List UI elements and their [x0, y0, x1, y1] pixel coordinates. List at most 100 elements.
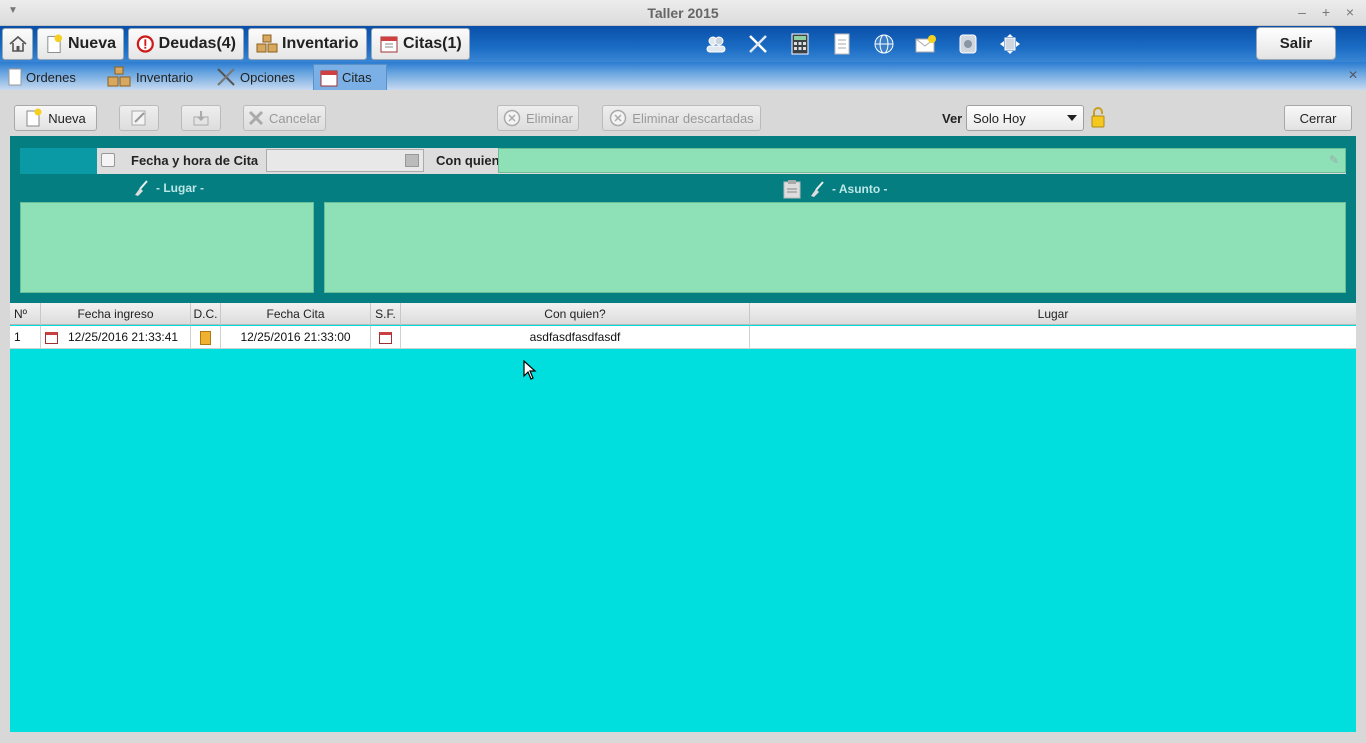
- mouse-cursor-icon: [523, 360, 537, 380]
- save-icon: [193, 111, 209, 126]
- tab-inventario[interactable]: Inventario: [100, 64, 199, 90]
- new-document-star-icon: [47, 34, 63, 54]
- close-window-icon[interactable]: ×: [1342, 4, 1358, 20]
- chevron-down-icon: [1067, 115, 1077, 121]
- home-icon: [8, 35, 27, 52]
- column-header[interactable]: Nº: [10, 303, 41, 325]
- date-time-field[interactable]: [266, 149, 424, 172]
- calendar-picker-icon[interactable]: [405, 154, 419, 167]
- maximize-icon[interactable]: +: [1318, 4, 1334, 20]
- document-icon: [8, 68, 22, 86]
- place-textarea[interactable]: [20, 202, 314, 293]
- place-cell: [750, 326, 1356, 349]
- edit-button[interactable]: [119, 105, 159, 131]
- delete-discarded-button[interactable]: Eliminar descartadas: [602, 105, 761, 131]
- clipboard-icon[interactable]: [782, 179, 802, 199]
- calendar-icon: [45, 331, 58, 344]
- date-enable-checkbox[interactable]: [101, 153, 115, 167]
- module-tabs: Ordenes Inventario Opciones Citas ✕: [0, 62, 1366, 90]
- users-icon[interactable]: [704, 32, 728, 56]
- subject-textarea[interactable]: [324, 202, 1346, 293]
- calculator-icon[interactable]: [788, 32, 812, 56]
- tab-inventario-label: Inventario: [136, 69, 194, 85]
- main-banner: Nueva Deudas(4) Inventario Citas(1) Sali…: [0, 26, 1366, 62]
- tab-ordenes[interactable]: Ordenes: [2, 64, 82, 90]
- window-title: Taller 2015: [647, 5, 719, 21]
- column-header[interactable]: S.F.: [371, 303, 401, 325]
- appointments-button-label: Citas(1): [403, 35, 462, 52]
- debts-button[interactable]: Deudas(4): [128, 28, 244, 60]
- new-document-star-icon: [26, 108, 42, 127]
- appointment-date: 12/25/2016 21:33:00: [221, 326, 371, 349]
- form-header-block: [20, 148, 97, 174]
- tab-citas[interactable]: Citas: [313, 64, 387, 90]
- tools-icon[interactable]: [746, 32, 770, 56]
- delete-button[interactable]: Eliminar: [497, 105, 579, 131]
- view-filter-label: Ver: [942, 111, 963, 126]
- exit-button[interactable]: Salir: [1256, 27, 1336, 60]
- column-header[interactable]: D.C.: [191, 303, 221, 325]
- calendar-icon: [320, 70, 338, 86]
- broom-icon[interactable]: [808, 180, 826, 198]
- globe-icon[interactable]: [872, 32, 896, 56]
- home-button[interactable]: [2, 28, 33, 60]
- dc-cell: [191, 326, 221, 349]
- cancel-label: Cancelar: [268, 110, 322, 126]
- boxes-icon: [256, 34, 278, 53]
- tab-ordenes-label: Ordenes: [26, 69, 76, 85]
- close-button-label: Cerrar: [1299, 110, 1337, 126]
- tab-opciones[interactable]: Opciones: [210, 64, 301, 90]
- column-header[interactable]: Fecha Cita: [221, 303, 371, 325]
- column-header[interactable]: Lugar: [750, 303, 1356, 325]
- debts-button-label: Deudas(4): [158, 35, 236, 52]
- appointments-table: Nº Fecha ingreso D.C. Fecha Cita S.F. Co…: [10, 303, 1356, 732]
- mail-star-icon[interactable]: [914, 32, 938, 56]
- row-number: 1: [10, 326, 41, 349]
- gears-icon[interactable]: [956, 32, 980, 56]
- network-icon[interactable]: [998, 32, 1022, 56]
- sf-cell: [371, 326, 401, 349]
- new-button[interactable]: Nueva: [37, 28, 124, 60]
- bottom-status-bar: [0, 732, 1366, 743]
- column-header[interactable]: Con quien?: [401, 303, 750, 325]
- with-whom-field[interactable]: ✎: [498, 148, 1346, 173]
- lock-icon[interactable]: [1091, 107, 1105, 129]
- appointments-button[interactable]: Citas(1): [371, 28, 470, 60]
- inventory-button-label: Inventario: [282, 35, 359, 52]
- save-button[interactable]: [181, 105, 221, 131]
- cancel-x-icon: [248, 110, 264, 126]
- warning-circle-icon: [136, 35, 154, 53]
- intake-date: 12/25/2016 21:33:41: [68, 330, 179, 344]
- new-appointment-button[interactable]: Nueva: [14, 105, 97, 131]
- subject-header: - Asunto -: [782, 179, 888, 199]
- date-time-label: Fecha y hora de Cita: [131, 153, 259, 168]
- with-whom-cell: asdfasdfasdfasdf: [401, 326, 750, 349]
- column-header[interactable]: Fecha ingreso: [41, 303, 191, 325]
- tab-opciones-label: Opciones: [240, 69, 295, 85]
- close-button[interactable]: Cerrar: [1284, 105, 1352, 131]
- minimize-icon[interactable]: –: [1294, 4, 1310, 20]
- place-label: - Lugar -: [156, 181, 204, 195]
- bookmark-icon: [200, 330, 211, 345]
- close-tab-icon[interactable]: ✕: [1348, 68, 1358, 82]
- window-titlebar: ▼ Taller 2015 – + ×: [0, 0, 1366, 26]
- document-icon[interactable]: [830, 32, 854, 56]
- cancel-button[interactable]: Cancelar: [243, 105, 326, 131]
- delete-circle-icon: [503, 109, 521, 127]
- new-button-label: Nueva: [67, 35, 116, 52]
- delete-discarded-label: Eliminar descartadas: [632, 110, 754, 126]
- delete-circle-icon: [610, 109, 627, 127]
- clear-brush-icon[interactable]: ✎: [1329, 153, 1339, 167]
- view-filter-value: Solo Hoy: [973, 111, 1026, 126]
- calendar-icon: [379, 331, 392, 344]
- broom-icon[interactable]: [132, 179, 150, 197]
- view-filter-select[interactable]: Solo Hoy: [966, 105, 1084, 131]
- appointment-form: Fecha y hora de Cita Con quien ✎ - Lugar…: [10, 136, 1356, 303]
- inventory-button[interactable]: Inventario: [248, 28, 367, 60]
- table-row[interactable]: 1 12/25/2016 21:33:41 12/25/2016 21:33:0…: [10, 326, 1356, 349]
- place-header: - Lugar -: [132, 179, 204, 197]
- delete-label: Eliminar: [526, 110, 573, 126]
- boxes-icon: [107, 66, 131, 87]
- appointments-toolbar: Nueva Cancelar Eliminar Eliminar descart…: [0, 90, 1366, 136]
- intake-date-cell: 12/25/2016 21:33:41: [41, 326, 191, 349]
